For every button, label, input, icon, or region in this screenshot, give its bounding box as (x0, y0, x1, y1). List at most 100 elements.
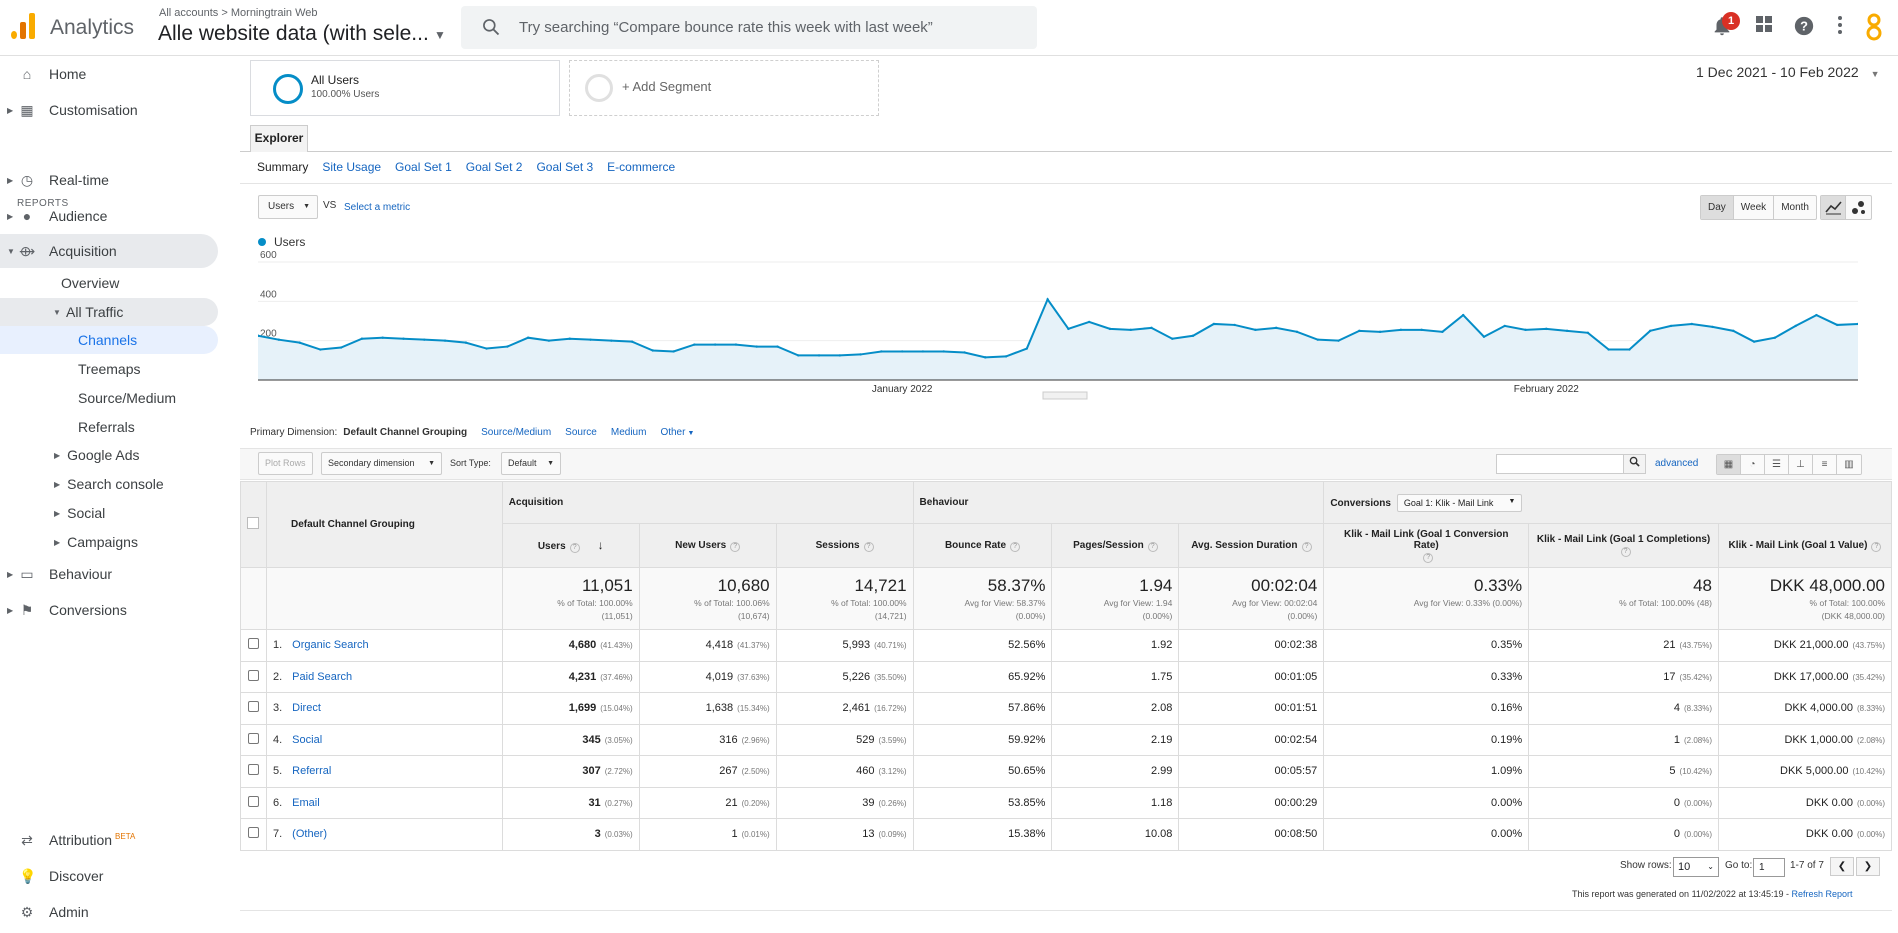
data-point[interactable] (1025, 347, 1029, 350)
data-point[interactable] (1129, 328, 1132, 332)
col-avg-session-duration[interactable]: Avg. Session Duration? (1178, 523, 1325, 568)
sidebar-item-google-ads[interactable]: ▶ Google Ads (54, 441, 140, 469)
data-point[interactable] (277, 338, 280, 341)
users-line-chart[interactable]: 600400200January 2022 February 2022 (258, 250, 1858, 420)
help-icon[interactable]: ? (1792, 15, 1816, 39)
data-point[interactable] (1815, 313, 1818, 317)
month-button[interactable]: Month (1774, 196, 1816, 219)
data-point[interactable] (1108, 327, 1112, 331)
data-point[interactable] (1171, 337, 1174, 340)
col-pages-session[interactable]: Pages/Session? (1051, 523, 1180, 568)
help-icon[interactable]: ? (863, 541, 874, 552)
data-point[interactable] (1607, 348, 1610, 351)
select-all-checkbox[interactable] (247, 517, 260, 529)
plot-rows-button[interactable]: Plot Rows (258, 452, 313, 475)
data-point[interactable] (734, 343, 738, 346)
data-point[interactable] (755, 345, 758, 348)
channel-link[interactable]: Referral (292, 765, 331, 777)
data-point[interactable] (1274, 326, 1278, 330)
subtab-ecommerce[interactable]: E-commerce (607, 160, 675, 174)
data-point[interactable] (610, 339, 613, 342)
data-point[interactable] (1836, 323, 1839, 327)
sidebar-item-all-traffic[interactable]: ▼ All Traffic (0, 298, 218, 326)
sidebar-item-home[interactable]: ⌂ Home (0, 57, 218, 91)
apps-grid-icon[interactable] (1752, 15, 1776, 39)
week-button[interactable]: Week (1734, 196, 1775, 219)
data-point[interactable] (1461, 313, 1465, 317)
row-checkbox[interactable] (247, 638, 259, 650)
day-button[interactable]: Day (1701, 196, 1734, 219)
data-point[interactable] (797, 354, 800, 357)
data-point[interactable] (464, 341, 467, 344)
data-point[interactable] (1794, 324, 1797, 328)
dimension-source-medium[interactable]: Source/Medium (481, 427, 551, 438)
data-point[interactable] (1358, 329, 1361, 333)
data-point[interactable] (1150, 326, 1153, 330)
row-checkbox[interactable] (247, 764, 259, 776)
sidebar-item-attribution[interactable]: ⇄ Attribution BETA (0, 823, 218, 857)
account-avatar-icon[interactable] (1862, 12, 1886, 41)
data-point[interactable] (547, 339, 551, 342)
date-range-picker[interactable]: 1 Dec 2021 - 10 Feb 2022 ▼ (1696, 64, 1879, 80)
data-point[interactable] (1295, 330, 1299, 334)
search-placeholder[interactable]: Try searching “Compare bounce rate this … (519, 19, 933, 36)
metric-dropdown[interactable]: Users ▼ (258, 195, 318, 219)
data-point[interactable] (859, 353, 862, 356)
breadcrumb-account[interactable]: Morningtrain Web (231, 7, 318, 19)
pivot-view-icon[interactable]: ▥ (1837, 455, 1861, 474)
sidebar-item-source-medium[interactable]: Source/Medium (78, 384, 176, 412)
row-checkbox[interactable] (247, 669, 259, 681)
data-point[interactable] (1316, 338, 1319, 341)
data-point[interactable] (1004, 355, 1008, 358)
data-point[interactable] (1503, 324, 1506, 328)
data-point[interactable] (360, 337, 364, 340)
sidebar-item-channels[interactable]: Channels (0, 326, 218, 354)
table-row[interactable]: 3. Direct 1,699 (15.04%) 1,638 (15.34%) 2,461(… (240, 692, 1892, 725)
row-checkbox[interactable] (247, 795, 259, 807)
sort-arrow-down-icon[interactable]: ↓ (598, 538, 604, 552)
help-icon[interactable]: ? (1423, 552, 1434, 563)
data-point[interactable] (339, 346, 343, 349)
col-sessions[interactable]: Sessions? (775, 523, 914, 568)
data-point[interactable] (298, 341, 301, 344)
data-point[interactable] (526, 336, 530, 339)
help-icon[interactable]: ? (1147, 541, 1158, 552)
help-icon[interactable]: ? (1010, 541, 1021, 552)
table-row[interactable]: 6. Email 31 (0.27%) 21 (0.20%) 39 (0.26%) 53.85%… (240, 786, 1892, 819)
performance-view-icon[interactable]: ☰ (1765, 455, 1789, 474)
data-point[interactable] (1337, 339, 1340, 342)
subtab-goal-set-2[interactable]: Goal Set 2 (466, 160, 523, 174)
data-point[interactable] (443, 339, 447, 342)
data-point[interactable] (1046, 298, 1049, 301)
sidebar-item-behaviour[interactable]: ▶ ▭ Behaviour (0, 557, 218, 591)
data-point[interactable] (1254, 328, 1257, 332)
more-vert-icon[interactable] (1828, 15, 1852, 39)
property-selector[interactable]: Alle website data (with sele... (158, 22, 429, 46)
data-point[interactable] (817, 354, 821, 357)
data-point[interactable] (713, 343, 717, 346)
sidebar-item-realtime[interactable]: ▶ ◷ Real-time (0, 163, 218, 197)
data-point[interactable] (630, 340, 634, 343)
col-new-users[interactable]: New Users? (638, 523, 777, 568)
secondary-dimension-dropdown[interactable]: Secondary dimension ▼ (321, 452, 442, 475)
data-point[interactable] (1690, 322, 1693, 326)
row-checkbox[interactable] (247, 827, 259, 839)
subtab-goal-set-1[interactable]: Goal Set 1 (395, 160, 452, 174)
sidebar-item-discover[interactable]: 💡 Discover (0, 859, 218, 893)
help-icon[interactable]: ? (1620, 547, 1631, 557)
dimension-medium[interactable]: Medium (611, 427, 647, 438)
sidebar-item-audience[interactable]: ▶ ● Audience (0, 199, 218, 233)
help-icon[interactable]: ? (1301, 541, 1312, 552)
data-point[interactable] (1441, 330, 1444, 334)
data-point[interactable] (485, 347, 488, 350)
data-point[interactable] (1191, 334, 1195, 337)
data-point[interactable] (1233, 323, 1236, 327)
data-point[interactable] (1087, 320, 1091, 324)
data-point[interactable] (1420, 328, 1423, 332)
advanced-filter-link[interactable]: advanced (1655, 458, 1698, 469)
table-search-input[interactable] (1496, 454, 1646, 474)
goal-selector-dropdown[interactable]: Goal 1: Klik - Mail Link ▼ (1396, 493, 1523, 512)
search-icon[interactable] (1623, 455, 1645, 473)
refresh-report-link[interactable]: Refresh Report (1792, 889, 1853, 899)
data-point[interactable] (672, 350, 675, 353)
